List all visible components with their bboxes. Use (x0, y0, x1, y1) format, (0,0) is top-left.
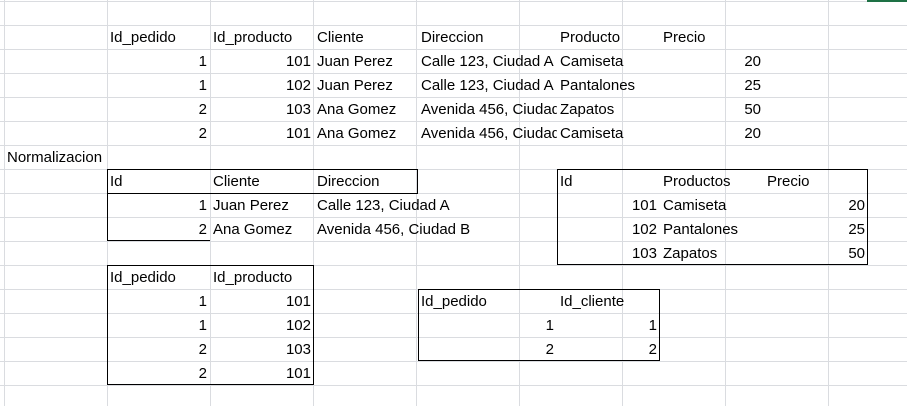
cell-id[interactable]: 2 (107, 218, 210, 242)
cell-producto[interactable]: Camiseta (557, 122, 660, 146)
table-border (107, 265, 314, 266)
table-border (418, 289, 660, 290)
cell-direccion[interactable]: Avenida 456, Ciudad B (314, 218, 470, 242)
cell-producto[interactable]: Zapatos (660, 242, 764, 266)
cell-precio[interactable]: 20 (764, 194, 868, 218)
header-cliente[interactable]: Cliente (210, 170, 314, 194)
header-id-producto[interactable]: Id_producto (210, 26, 314, 50)
cell-direccion[interactable]: Avenida 456, Ciudad B (418, 122, 557, 146)
table-border (107, 169, 418, 170)
table-border (107, 193, 418, 194)
header-cliente[interactable]: Cliente (314, 26, 418, 50)
cell-precio[interactable]: 20 (660, 122, 764, 146)
cell-id[interactable]: 102 (557, 218, 660, 242)
cell-direccion[interactable]: Calle 123, Ciudad A (418, 50, 557, 74)
table-border (418, 289, 419, 361)
cell-cliente[interactable]: Ana Gomez (314, 122, 418, 146)
cell-id-producto[interactable]: 101 (210, 362, 314, 386)
cell-id-producto[interactable]: 103 (210, 338, 314, 362)
cell-precio[interactable]: 20 (660, 50, 764, 74)
cell-id-pedido[interactable]: 1 (107, 314, 210, 338)
cell-precio[interactable]: 50 (660, 98, 764, 122)
cell-id-producto[interactable]: 101 (210, 50, 314, 74)
cell-precio[interactable]: 25 (660, 74, 764, 98)
header-precio[interactable]: Precio (764, 170, 868, 194)
cell-precio[interactable]: 25 (764, 218, 868, 242)
table-border (107, 169, 108, 241)
cell-id-pedido[interactable]: 2 (418, 338, 557, 362)
table-border (557, 169, 868, 170)
table-border (867, 169, 868, 265)
cell-precio[interactable]: 50 (764, 242, 868, 266)
cell-id-cliente[interactable]: 2 (557, 338, 660, 362)
header-id-cliente[interactable]: Id_cliente (557, 290, 660, 314)
cell-id-pedido[interactable]: 2 (107, 98, 210, 122)
header-productos[interactable]: Productos (660, 170, 764, 194)
section-label-normalizacion[interactable]: Normalizacion (4, 146, 107, 170)
header-id-pedido[interactable]: Id_pedido (107, 266, 210, 290)
cell-id[interactable]: 103 (557, 242, 660, 266)
table-border (313, 265, 314, 385)
table-border (557, 264, 868, 265)
cell-cliente[interactable]: Ana Gomez (210, 218, 314, 242)
cell-producto[interactable]: Camiseta (557, 50, 660, 74)
table-border (659, 289, 660, 361)
cell-cliente[interactable]: Ana Gomez (314, 98, 418, 122)
selection-indicator (867, 0, 907, 2)
spreadsheet-grid[interactable]: Id_pedido Id_producto Cliente Direccion … (0, 0, 907, 406)
header-id[interactable]: Id (107, 170, 210, 194)
cell-id-pedido[interactable]: 1 (107, 290, 210, 314)
cell-id-pedido[interactable]: 2 (107, 122, 210, 146)
cell-id[interactable]: 1 (107, 194, 210, 218)
table-border (107, 240, 210, 241)
cell-id-cliente[interactable]: 1 (557, 314, 660, 338)
header-precio[interactable]: Precio (660, 26, 764, 50)
header-id-producto[interactable]: Id_producto (210, 266, 314, 290)
cell-id[interactable]: 101 (557, 194, 660, 218)
cell-id-pedido[interactable]: 2 (107, 338, 210, 362)
cell-id-producto[interactable]: 102 (210, 314, 314, 338)
header-producto[interactable]: Producto (557, 26, 660, 50)
cell-cliente[interactable]: Juan Perez (210, 194, 314, 218)
table-border (107, 265, 108, 385)
cell-id-pedido[interactable]: 2 (107, 362, 210, 386)
cell-direccion[interactable]: Calle 123, Ciudad A (418, 74, 557, 98)
header-id-pedido[interactable]: Id_pedido (418, 290, 557, 314)
table-border (557, 169, 558, 265)
cell-producto[interactable]: Camiseta (660, 194, 764, 218)
cell-id-producto[interactable]: 101 (210, 290, 314, 314)
cell-id-producto[interactable]: 101 (210, 122, 314, 146)
cell-id-pedido[interactable]: 1 (107, 74, 210, 98)
header-id-pedido[interactable]: Id_pedido (107, 26, 210, 50)
cell-producto[interactable]: Pantalones (660, 218, 764, 242)
cell-producto[interactable]: Zapatos (557, 98, 660, 122)
cell-cliente[interactable]: Juan Perez (314, 50, 418, 74)
cell-id-producto[interactable]: 103 (210, 98, 314, 122)
table-border (417, 169, 418, 194)
table-border (107, 384, 314, 385)
cell-id-producto[interactable]: 102 (210, 74, 314, 98)
cell-id-pedido[interactable]: 1 (107, 50, 210, 74)
cell-direccion[interactable]: Avenida 456, Ciudad B (418, 98, 557, 122)
cell-direccion[interactable]: Calle 123, Ciudad A (314, 194, 450, 218)
cell-cliente[interactable]: Juan Perez (314, 74, 418, 98)
header-direccion[interactable]: Direccion (418, 26, 557, 50)
cell-id-pedido[interactable]: 1 (418, 314, 557, 338)
table-border (418, 360, 660, 361)
header-direccion[interactable]: Direccion (314, 170, 418, 194)
cell-producto[interactable]: Pantalones (557, 74, 660, 98)
header-id[interactable]: Id (557, 170, 660, 194)
